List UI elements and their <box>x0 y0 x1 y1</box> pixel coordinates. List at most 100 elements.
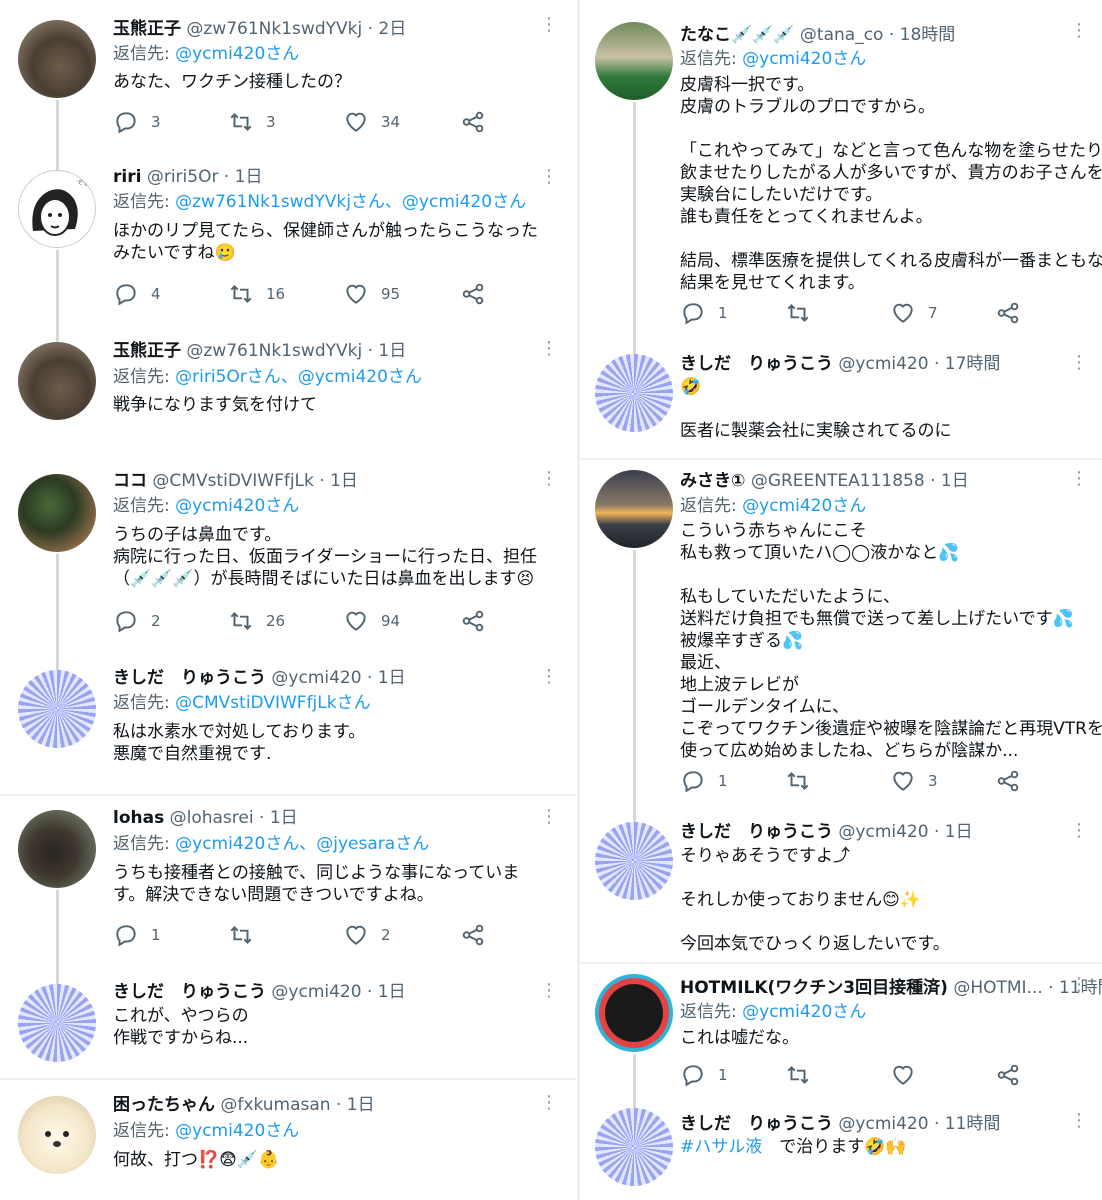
author-handle[interactable]: @riri5Or <box>147 167 219 187</box>
reply-mention[interactable]: @riri5Orさん、@ycmi420さん <box>175 367 422 387</box>
like-button[interactable]: 34 <box>343 109 400 135</box>
author-name[interactable]: 玉熊正子 <box>113 341 181 361</box>
reply-mention[interactable]: @ycmi420さん <box>175 44 299 64</box>
reply-mention[interactable]: @ycmi420さん <box>175 1121 299 1141</box>
author-name[interactable]: きしだ りゅうこう <box>680 822 833 842</box>
timestamp[interactable]: 17時間 <box>945 354 1001 374</box>
share-button[interactable] <box>995 1062 1021 1088</box>
reply-button[interactable]: 4 <box>113 281 161 307</box>
timestamp[interactable]: 1日 <box>235 167 263 187</box>
timestamp[interactable]: 2日 <box>378 19 406 39</box>
reply-button[interactable]: 2 <box>113 608 161 634</box>
author-name[interactable]: 玉熊正子 <box>113 19 181 39</box>
share-button[interactable] <box>460 281 486 307</box>
retweet-button[interactable]: 3 <box>228 109 276 135</box>
tweet[interactable]: きしだ りゅうこう @ycmi420 · 1日 ⋮ そりゃあそうですよ⤴ それし… <box>580 804 1102 962</box>
avatar[interactable] <box>595 974 673 1052</box>
reply-button[interactable]: 1 <box>680 1062 728 1088</box>
timestamp[interactable]: 18時間 <box>900 25 956 45</box>
avatar[interactable] <box>595 1108 673 1186</box>
timestamp[interactable]: 1日 <box>347 1095 375 1115</box>
author-name[interactable]: lohas <box>113 808 164 828</box>
tweet[interactable]: 困ったちゃん @fxkumasan · 1日 ⋮ 返信先: @ycmi420さん… <box>0 1080 576 1200</box>
more-icon[interactable]: ⋮ <box>540 808 558 826</box>
timestamp[interactable]: 1日 <box>378 341 406 361</box>
tweet[interactable]: 玉熊正子 @zw761Nk1swdYVkj · 1日 ⋮ 返信先: @riri5… <box>0 330 576 460</box>
more-icon[interactable]: ⋮ <box>1070 354 1088 372</box>
author-handle[interactable]: @tana_co <box>800 25 884 45</box>
tweet[interactable]: きしだ りゅうこう @ycmi420 · 17時間 ⋮ 🤣 医者に製薬会社に実験… <box>580 340 1102 458</box>
avatar[interactable] <box>595 22 673 100</box>
avatar[interactable] <box>595 822 673 900</box>
reply-button[interactable]: 1 <box>680 768 728 794</box>
hashtag-link[interactable]: #ハサル液 <box>680 1137 762 1157</box>
tweet[interactable]: きしだ りゅうこう @ycmi420 · 1日 ⋮ 返信先: @CMVstiDV… <box>0 660 576 794</box>
avatar[interactable] <box>18 474 96 552</box>
author-handle[interactable]: @zw761Nk1swdYVkj <box>186 341 362 361</box>
timestamp[interactable]: 1日 <box>270 808 298 828</box>
share-button[interactable] <box>460 922 486 948</box>
tweet[interactable]: みさき① @GREENTEA111858 · 1日 ⋮ 返信先: @ycmi42… <box>580 460 1102 804</box>
retweet-button[interactable] <box>785 768 823 794</box>
author-handle[interactable]: @CMVstiDVIWFfjLk <box>152 471 313 491</box>
timestamp[interactable]: 1日 <box>945 822 973 842</box>
reply-mention[interactable]: @ycmi420さん <box>742 49 866 69</box>
reply-mention[interactable]: @ycmi420さん <box>742 1002 866 1022</box>
timestamp[interactable]: 1日 <box>941 471 969 491</box>
avatar[interactable] <box>595 354 673 432</box>
reply-mention[interactable]: @ycmi420さん、@jyesaraさん <box>175 834 429 854</box>
tweet[interactable]: lohas @lohasrei · 1日 ⋮ 返信先: @ycmi420さん、@… <box>0 796 576 974</box>
avatar[interactable] <box>18 810 96 888</box>
reply-mention[interactable]: @zw761Nk1swdYVkjさん、@ycmi420さん <box>175 192 526 212</box>
author-handle[interactable]: @ycmi420 <box>271 982 361 1002</box>
avatar[interactable] <box>18 20 96 98</box>
more-icon[interactable]: ⋮ <box>1070 1112 1088 1130</box>
retweet-button[interactable] <box>785 300 823 326</box>
share-button[interactable] <box>460 608 486 634</box>
retweet-button[interactable]: 16 <box>228 281 285 307</box>
author-name[interactable]: きしだ りゅうこう <box>113 668 266 688</box>
tweet[interactable]: HOTMILK(ワクチン3回目接種済) @HOTMI... · 11時間 ⋮ 返… <box>580 964 1102 1094</box>
avatar[interactable]: でも <box>18 170 96 248</box>
author-name[interactable]: たなこ💉💉💉 <box>680 25 795 45</box>
share-button[interactable] <box>995 300 1021 326</box>
author-name[interactable]: 困ったちゃん <box>113 1095 215 1115</box>
more-icon[interactable]: ⋮ <box>540 16 558 34</box>
retweet-button[interactable] <box>228 922 266 948</box>
more-icon[interactable]: ⋮ <box>540 340 558 358</box>
tweet[interactable]: きしだ りゅうこう @ycmi420 · 11時間 ⋮ #ハサル液 で治ります🤣… <box>580 1094 1102 1200</box>
author-handle[interactable]: @ycmi420 <box>271 668 361 688</box>
avatar[interactable] <box>18 342 96 420</box>
more-icon[interactable]: ⋮ <box>540 470 558 488</box>
more-icon[interactable]: ⋮ <box>1070 822 1088 840</box>
avatar[interactable] <box>18 984 96 1062</box>
tweet[interactable]: でも riri @riri5Or · 1日 ⋮ 返信先: @zw761Nk1sw… <box>0 160 576 330</box>
author-name[interactable]: みさき① <box>680 471 745 491</box>
more-icon[interactable]: ⋮ <box>540 982 558 1000</box>
like-button[interactable] <box>890 1062 928 1088</box>
retweet-button[interactable]: 26 <box>228 608 285 634</box>
author-handle[interactable]: @ycmi420 <box>838 1114 928 1134</box>
reply-mention[interactable]: @ycmi420さん <box>175 496 299 516</box>
more-icon[interactable]: ⋮ <box>540 168 558 186</box>
share-button[interactable] <box>995 768 1021 794</box>
author-name[interactable]: きしだ りゅうこう <box>680 354 833 374</box>
more-icon[interactable]: ⋮ <box>540 1094 558 1112</box>
share-button[interactable] <box>460 109 486 135</box>
like-button[interactable]: 3 <box>890 768 938 794</box>
avatar[interactable] <box>18 1096 96 1174</box>
timestamp[interactable]: 1日 <box>330 471 358 491</box>
reply-mention[interactable]: @ycmi420さん <box>742 496 866 516</box>
tweet[interactable]: 玉熊正子 @zw761Nk1swdYVkj · 2日 ⋮ 返信先: @ycmi4… <box>0 0 576 160</box>
author-name[interactable]: きしだ りゅうこう <box>680 1114 833 1134</box>
like-button[interactable]: 95 <box>343 281 400 307</box>
more-icon[interactable]: ⋮ <box>1070 976 1088 994</box>
author-handle[interactable]: @HOTMI... <box>953 978 1042 998</box>
tweet[interactable]: ココ @CMVstiDVIWFfjLk · 1日 ⋮ 返信先: @ycmi420… <box>0 460 576 660</box>
reply-button[interactable]: 3 <box>113 109 161 135</box>
author-handle[interactable]: @ycmi420 <box>838 354 928 374</box>
author-name[interactable]: きしだ りゅうこう <box>113 982 266 1002</box>
reply-mention[interactable]: @CMVstiDVIWFfjLkさん <box>175 693 370 713</box>
avatar[interactable] <box>595 470 673 548</box>
retweet-button[interactable] <box>785 1062 823 1088</box>
